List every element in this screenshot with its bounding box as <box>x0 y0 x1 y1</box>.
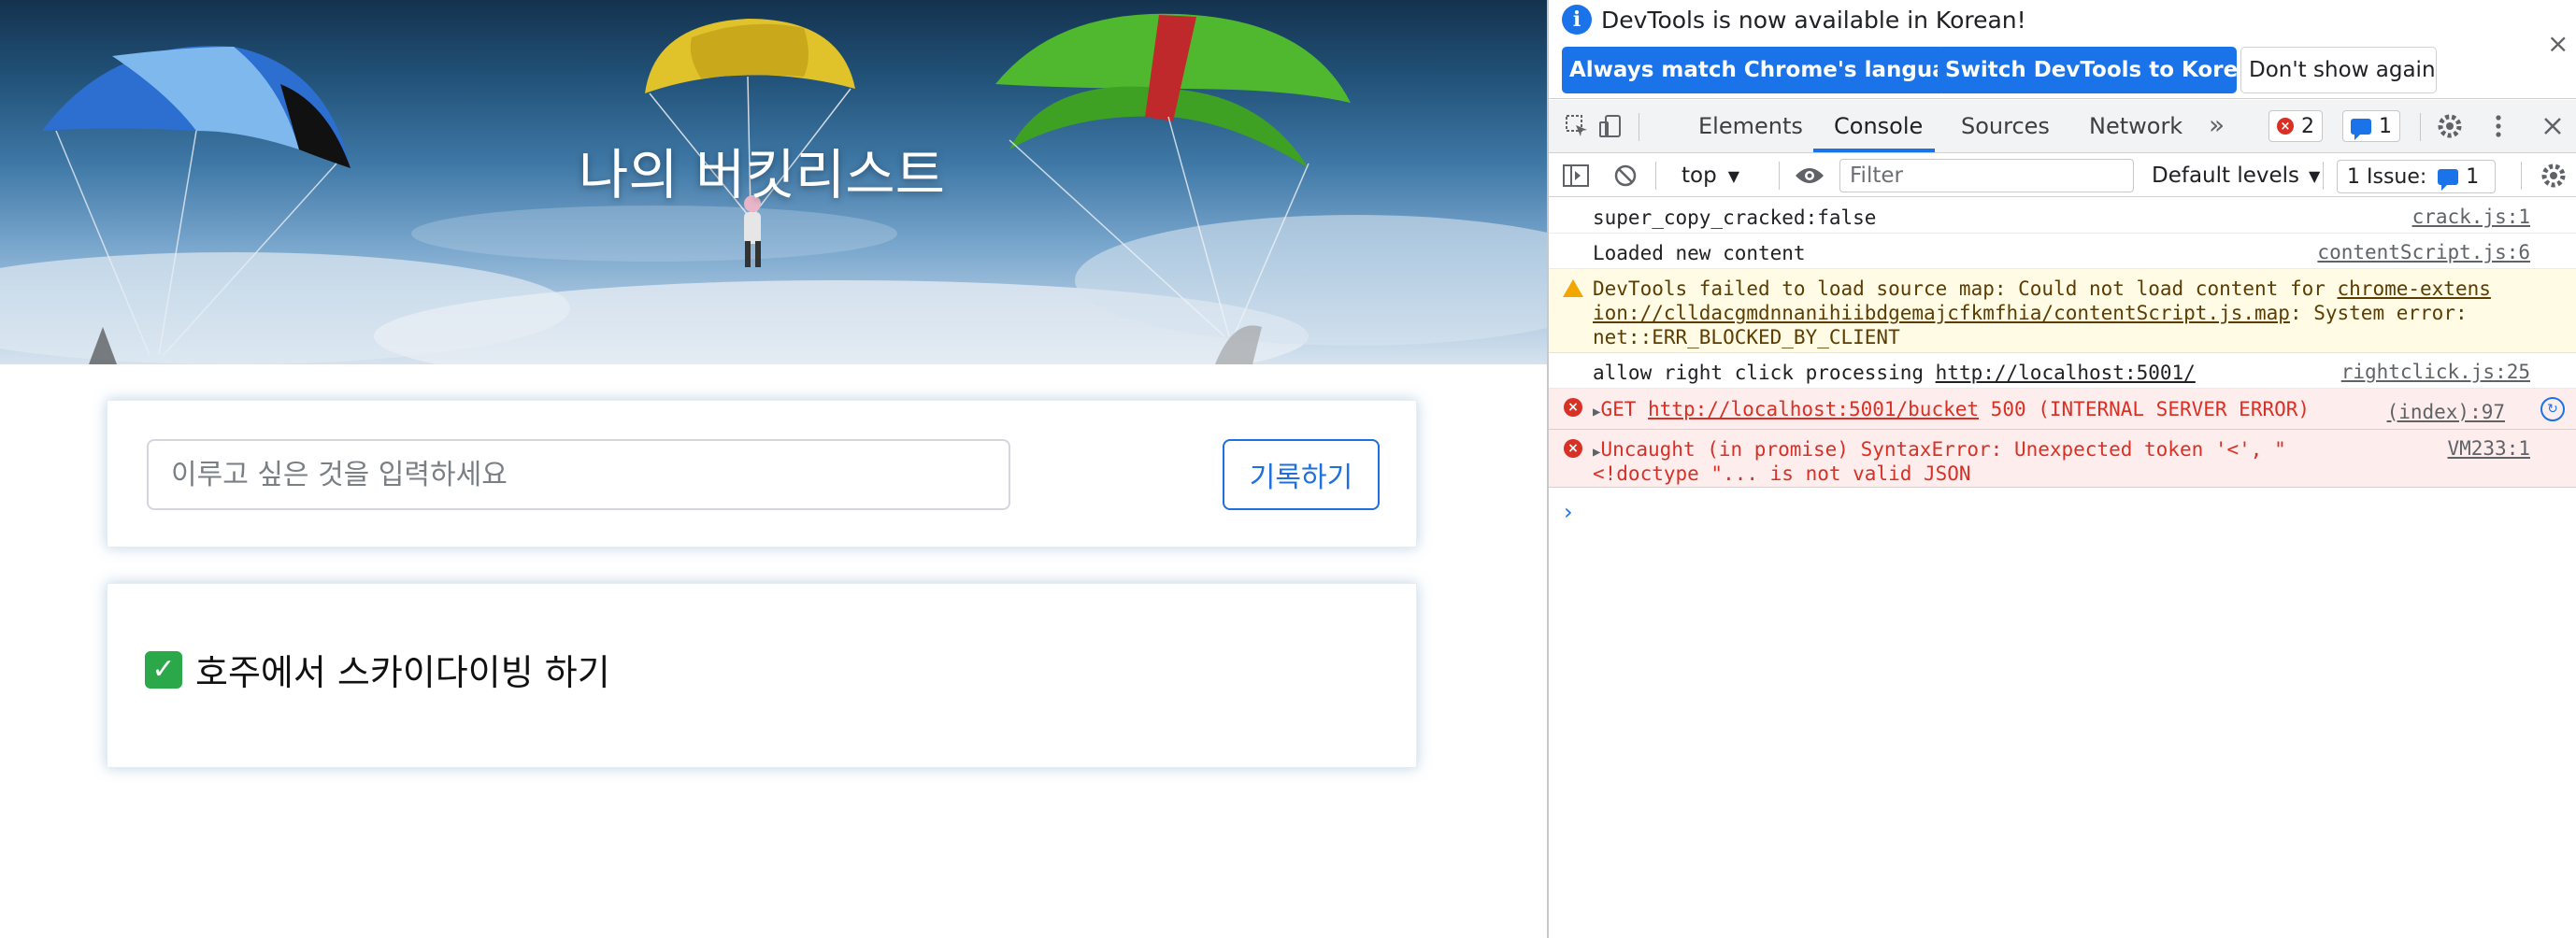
log-levels-dropdown[interactable]: Default levels ▼ <box>2152 161 2320 191</box>
source-map-link[interactable]: chrome-extens <box>2338 277 2491 300</box>
log-levels-label: Default levels <box>2152 163 2300 188</box>
page-title: 나의 버킷리스트 <box>579 143 945 206</box>
message-url-link[interactable]: http://localhost:5001/ <box>1936 362 2196 384</box>
match-language-button[interactable]: Always match Chrome's language <box>1562 47 1977 93</box>
filter-input[interactable] <box>1839 159 2134 192</box>
error-count-badge[interactable]: × 2 <box>2268 110 2323 142</box>
goal-list-item: ✓ 호주에서 스카이다이빙 하기 <box>145 644 610 695</box>
check-mark-icon: ✓ <box>145 650 182 689</box>
clear-console-icon[interactable] <box>1612 161 1639 191</box>
network-request-icon[interactable]: ↻ <box>2540 397 2565 421</box>
console-message: Loaded new content contentScript.js:6 <box>1549 234 2576 269</box>
error-line: ▶GET http://localhost:5001/bucket 500 (I… <box>1593 397 2310 424</box>
message-source-link[interactable]: (index):97 <box>2387 401 2505 423</box>
context-selector[interactable]: top ▼ <box>1682 161 1739 191</box>
console-warning: DevTools failed to load source map: Coul… <box>1549 269 2576 353</box>
live-expression-eye-icon[interactable] <box>1794 161 1825 191</box>
message-source-link[interactable]: crack.js:1 <box>2412 206 2530 228</box>
message-icon <box>2351 118 2371 140</box>
goal-text: 호주에서 스카이다이빙 하기 <box>195 652 610 693</box>
issues-count: 1 <box>2466 164 2480 189</box>
goal-input[interactable] <box>147 439 1010 510</box>
warning-text-cont: : System error: <box>2289 302 2468 324</box>
message-line: allow right click processing http://loca… <box>1593 361 2196 385</box>
language-infobar: i DevTools is now available in Korean! ×… <box>1549 0 2576 99</box>
message-source-link[interactable]: rightclick.js:25 <box>2341 361 2530 383</box>
separator <box>1779 162 1780 190</box>
sidebar-toggle-icon[interactable] <box>1562 161 1590 191</box>
info-icon: i <box>1562 5 1592 35</box>
active-tab-indicator <box>1813 149 1935 152</box>
close-devtools-icon[interactable] <box>2538 111 2568 141</box>
error-icon: × <box>1564 398 1582 417</box>
web-page: 나의 버킷리스트 기록하기 ✓ 호주에서 스카이다이빙 하기 <box>0 0 1547 938</box>
error-icon: × <box>2277 118 2294 135</box>
error-status: 500 (INTERNAL SERVER ERROR) <box>1979 398 2311 420</box>
message-source-link[interactable]: VM233:1 <box>2447 437 2530 460</box>
devtools-panel: i DevTools is now available in Korean! ×… <box>1549 0 2576 938</box>
error-icon: × <box>1564 439 1582 458</box>
error-text: Uncaught (in promise) SyntaxError: Unexp… <box>1600 438 2286 461</box>
issues-label: 1 Issue: <box>2347 164 2427 189</box>
separator <box>2420 113 2421 141</box>
console-message: allow right click processing http://loca… <box>1549 353 2576 389</box>
error-line-1: ▶Uncaught (in promise) SyntaxError: Unex… <box>1593 437 2286 464</box>
chevron-down-icon: ▼ <box>2309 166 2321 185</box>
error-text: GET <box>1600 398 1649 420</box>
separator <box>2323 162 2324 190</box>
dismiss-button[interactable]: Don't show again <box>2240 47 2437 93</box>
more-options-icon[interactable] <box>2483 111 2513 141</box>
tab-network[interactable]: Network <box>2089 113 2182 139</box>
context-label: top <box>1682 163 1717 188</box>
switch-language-button[interactable]: Switch DevTools to Korean <box>1938 47 2268 93</box>
inspect-element-icon[interactable] <box>1562 111 1592 141</box>
message-count: 1 <box>2379 114 2392 138</box>
message-text: allow right click processing <box>1593 362 1936 384</box>
infobar-message: DevTools is now available in Korean! <box>1601 7 2026 34</box>
devtools-tabbar: Elements Console Sources Network » × 2 1 <box>1549 100 2576 153</box>
error-line-2: <!doctype "... is not valid JSON <box>1593 462 1971 485</box>
message-count-badge[interactable]: 1 <box>2342 110 2400 142</box>
message-source-link[interactable]: contentScript.js:6 <box>2317 241 2530 263</box>
goal-input-card: 기록하기 <box>107 400 1417 547</box>
warning-line-3: net::ERR_BLOCKED_BY_CLIENT <box>1593 326 1900 348</box>
warning-line-2: ion://clldacgmdnnanihiibdgemajcfkmfhia/c… <box>1593 301 2468 325</box>
warning-text: DevTools failed to load source map: Coul… <box>1593 277 2338 300</box>
more-tabs-icon[interactable]: » <box>2209 109 2225 140</box>
issues-button[interactable]: 1 Issue: 1 <box>2337 160 2496 193</box>
message-text: super_copy_cracked:false <box>1593 206 1877 229</box>
device-toolbar-icon[interactable] <box>1596 111 1625 141</box>
error-count: 2 <box>2301 114 2314 138</box>
console-message: super_copy_cracked:false crack.js:1 <box>1549 198 2576 234</box>
tab-console[interactable]: Console <box>1834 113 1923 139</box>
error-url-link[interactable]: http://localhost:5001/bucket <box>1648 398 1979 420</box>
console-prompt[interactable]: › <box>1564 499 1573 525</box>
issue-message-icon <box>2438 168 2459 191</box>
console-toolbar: top ▼ Default levels ▼ 1 Issue: 1 <box>1549 154 2576 197</box>
tab-sources[interactable]: Sources <box>1961 113 2050 139</box>
message-text: Loaded new content <box>1593 242 1806 264</box>
settings-gear-icon[interactable] <box>2435 111 2465 141</box>
console-error: × ▶GET http://localhost:5001/bucket 500 … <box>1549 389 2576 430</box>
console-output: super_copy_cracked:false crack.js:1 Load… <box>1549 198 2576 938</box>
close-icon[interactable]: × <box>2547 28 2569 59</box>
banner-image: 나의 버킷리스트 <box>0 0 1547 364</box>
goal-list-card: ✓ 호주에서 스카이다이빙 하기 <box>107 583 1417 768</box>
separator <box>1655 162 1656 190</box>
separator <box>2521 162 2522 190</box>
save-goal-button[interactable]: 기록하기 <box>1223 439 1380 510</box>
warning-icon <box>1563 278 1583 297</box>
source-map-link-cont[interactable]: ion://clldacgmdnnanihiibdgemajcfkmfhia/c… <box>1593 302 2290 324</box>
warning-line-1: DevTools failed to load source map: Coul… <box>1593 277 2491 301</box>
tab-elements[interactable]: Elements <box>1698 113 1803 139</box>
chevron-down-icon: ▼ <box>1727 166 1740 185</box>
console-settings-gear-icon[interactable] <box>2540 161 2568 191</box>
console-error: × ▶Uncaught (in promise) SyntaxError: Un… <box>1549 430 2576 488</box>
